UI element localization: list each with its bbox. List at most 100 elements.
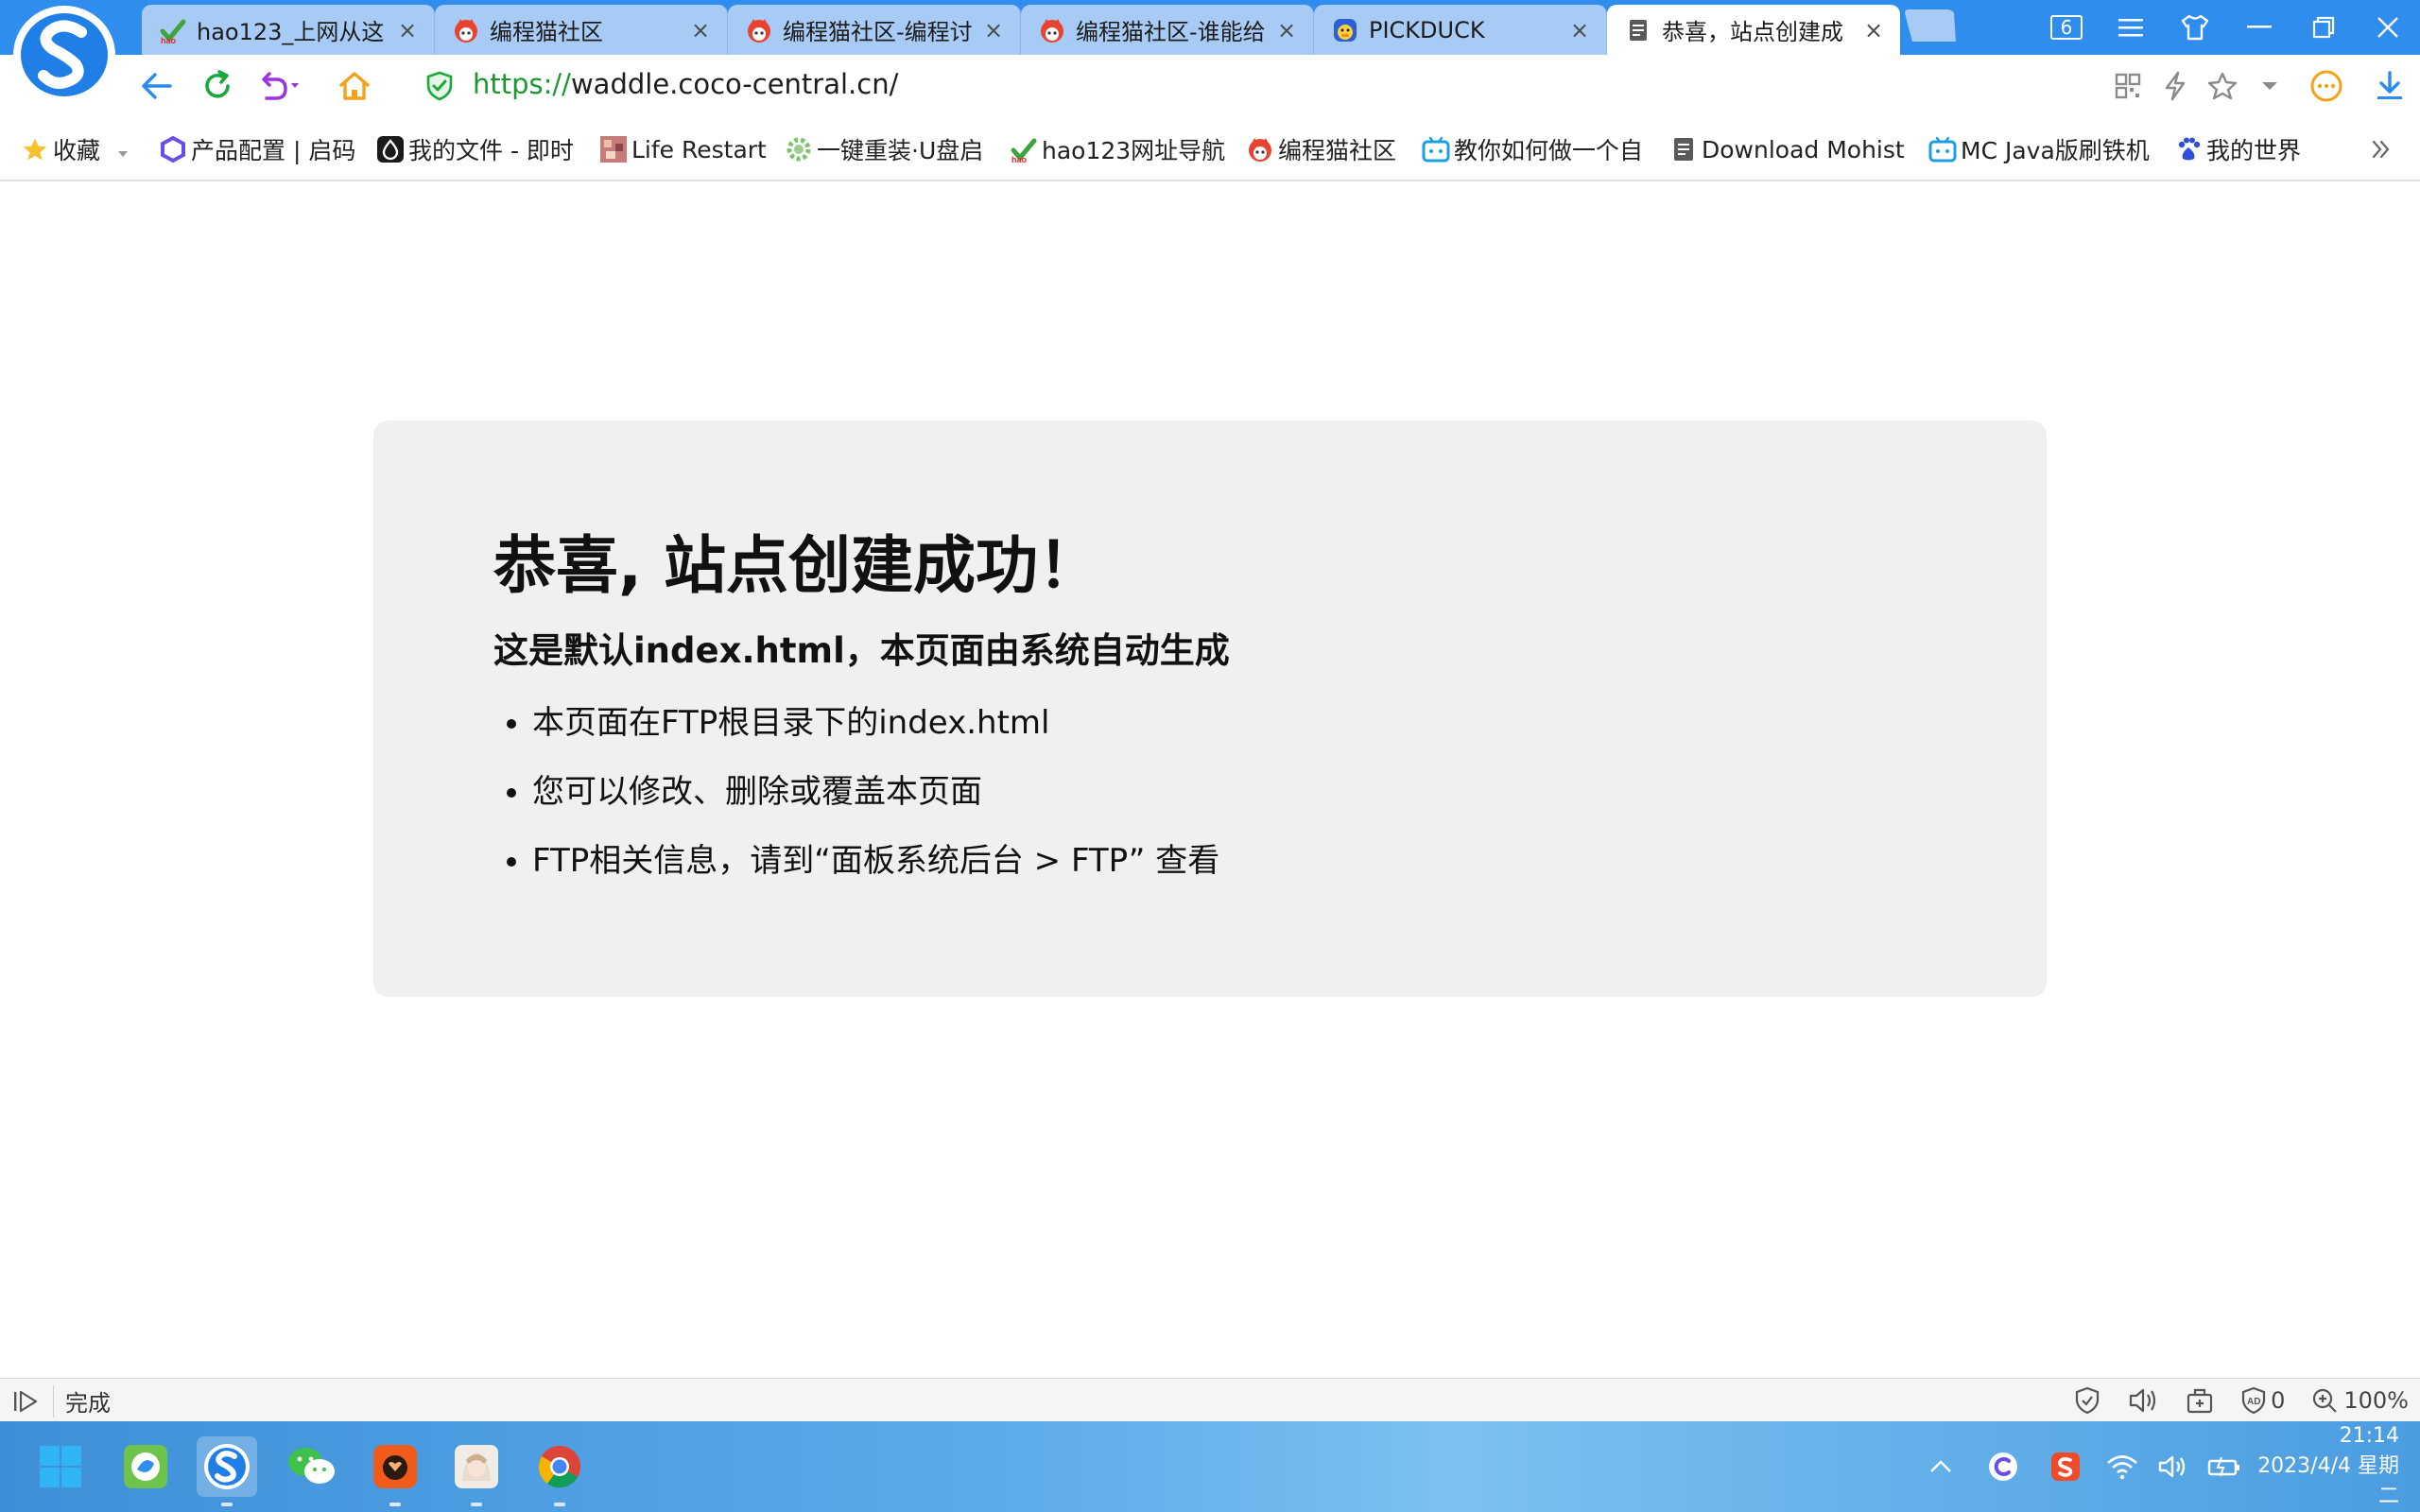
chevron-up-icon[interactable]	[1910, 1421, 1972, 1512]
ad-block-icon[interactable]: AD 0	[2240, 1383, 2285, 1418]
security-shield-icon[interactable]	[418, 64, 461, 108]
tab-count-button[interactable]: 6	[2034, 0, 2099, 55]
refresh-icon[interactable]	[196, 64, 239, 108]
bookmark-label: 编程猫社区	[1278, 137, 1397, 164]
page-subtitle: 这是默认index.html，本页面由系统自动生成	[493, 630, 1230, 671]
sogou-input-icon[interactable]	[2034, 1421, 2097, 1512]
bookmark-item[interactable]: 产品配置 | 启码	[159, 132, 355, 166]
chrome-icon[interactable]	[529, 1436, 590, 1506]
sogou-browser-logo[interactable]	[11, 4, 127, 104]
tab-title: 恭喜，站点创建成	[1662, 19, 1843, 45]
running-indicator	[554, 1503, 565, 1506]
undo-close-icon[interactable]	[257, 64, 301, 108]
tab-codemao-question[interactable]: 编程猫社区-谁能给 ×	[1021, 5, 1314, 55]
restore-icon[interactable]	[2291, 0, 2356, 55]
svg-text:AD: AD	[2247, 1397, 2260, 1407]
window-controls: 6	[2034, 0, 2420, 55]
tab-title: PICKDUCK	[1369, 16, 1485, 43]
bookmark-item[interactable]: 编程猫社区	[1246, 132, 1396, 166]
close-icon[interactable]: ×	[687, 17, 714, 43]
title-bar: hao hao123_上网从这 × 编程猫社区 × 编程猫社区-编程讨 × 编程…	[0, 0, 2420, 55]
running-indicator	[471, 1503, 482, 1506]
clock-date: 2023/4/4 星期二	[2257, 1454, 2399, 1508]
bookmark-favorites[interactable]: 收藏	[21, 132, 129, 166]
pixel-icon	[599, 135, 628, 163]
close-icon[interactable]: ×	[980, 17, 1007, 43]
tab-codemao[interactable]: 编程猫社区 ×	[435, 5, 728, 55]
bookmark-label: MC Java版刷铁机	[1961, 137, 2150, 164]
volume-icon[interactable]	[2148, 1421, 2199, 1512]
tab-title: 编程猫社区-编程讨	[783, 19, 973, 45]
close-icon[interactable]: ×	[1860, 17, 1887, 43]
address-bar[interactable]: https://waddle.coco-central.cn/	[473, 68, 898, 100]
close-icon[interactable]: ×	[1273, 17, 1300, 43]
bookmark-label: 一键重装·U盘启	[817, 137, 984, 164]
game-app-icon[interactable]	[446, 1436, 507, 1506]
bookmark-item[interactable]: 我的世界	[2174, 132, 2301, 166]
svg-text:hao: hao	[1011, 155, 1028, 163]
clock-time: 21:14	[2339, 1424, 2399, 1448]
wifi-icon[interactable]	[2097, 1421, 2148, 1512]
battery-icon[interactable]	[2199, 1421, 2250, 1512]
app-icon-orange[interactable]	[365, 1436, 425, 1506]
pickduck-icon	[1331, 16, 1359, 44]
sogou-browser-taskbar-icon[interactable]	[197, 1436, 257, 1506]
svg-text:hao: hao	[161, 36, 177, 44]
tab-title: 编程猫社区-谁能给	[1076, 19, 1266, 45]
bookmark-item[interactable]: Life Restart	[599, 132, 767, 166]
codemao-icon	[1038, 16, 1066, 44]
bookmark-item[interactable]: 教你如何做一个自	[1422, 132, 1643, 166]
app-icon-green-bird[interactable]	[115, 1436, 176, 1497]
bookmark-item[interactable]: 一键重装·U盘启	[785, 132, 983, 166]
read-aloud-icon[interactable]	[2127, 1383, 2159, 1418]
clock[interactable]: 21:14 2023/4/4 星期二	[2250, 1421, 2420, 1512]
chevron-down-icon[interactable]	[117, 136, 129, 163]
more-options-icon[interactable]	[2293, 64, 2360, 108]
tray-app-c-icon[interactable]	[1972, 1421, 2034, 1512]
tab-active-site-created[interactable]: 恭喜，站点创建成 ×	[1607, 5, 1900, 55]
bookmark-item[interactable]: MC Java版刷铁机	[1928, 132, 2150, 166]
start-windows-icon[interactable]	[30, 1436, 91, 1497]
home-icon[interactable]	[333, 64, 376, 108]
chevron-down-icon[interactable]	[2246, 64, 2293, 108]
document-icon	[1624, 16, 1652, 44]
status-bar: 完成 AD 0 100%	[0, 1378, 2420, 1421]
close-icon[interactable]: ×	[394, 17, 421, 43]
bookmark-item[interactable]: hao hao123网址导航	[1010, 132, 1225, 166]
download-icon[interactable]	[2360, 64, 2420, 108]
zoom-level: 100%	[2343, 1387, 2409, 1414]
tab-hao123[interactable]: hao hao123_上网从这 ×	[142, 5, 435, 55]
toolbox-icon[interactable]	[2186, 1383, 2214, 1418]
back-icon[interactable]	[134, 64, 178, 108]
info-list: 本页面在FTP根目录下的index.html 您可以修改、删除或覆盖本页面 FT…	[532, 702, 1219, 909]
more-bookmarks-icon[interactable]	[2371, 132, 2392, 166]
tab-pickduck[interactable]: PICKDUCK ×	[1314, 5, 1607, 55]
nav-right-tools	[2104, 64, 2420, 108]
url-host: waddle.coco-central.cn/	[570, 68, 899, 100]
tab-codemao-discuss[interactable]: 编程猫社区-编程讨 ×	[728, 5, 1021, 55]
minimize-icon[interactable]	[2227, 0, 2291, 55]
bookmark-label: 收藏	[53, 137, 101, 164]
gear-icon	[785, 135, 813, 163]
tab-strip: hao hao123_上网从这 × 编程猫社区 × 编程猫社区-编程讨 × 编程…	[142, 5, 1900, 55]
bookmark-item[interactable]: Download Mohist	[1669, 132, 1905, 166]
play-icon[interactable]	[11, 1387, 40, 1416]
bookmark-item[interactable]: 我的文件 - 即时	[376, 132, 574, 166]
divider	[53, 1384, 54, 1418]
running-indicator	[389, 1503, 401, 1506]
close-icon[interactable]: ×	[1566, 17, 1593, 43]
skin-shirt-icon[interactable]	[2163, 0, 2227, 55]
lightning-icon[interactable]	[2152, 64, 2199, 108]
shield-check-icon[interactable]	[2074, 1383, 2100, 1418]
wechat-icon[interactable]	[282, 1436, 342, 1497]
list-item: 您可以修改、删除或覆盖本页面	[532, 771, 1219, 840]
tab-title: 编程猫社区	[490, 19, 603, 45]
baidu-paw-icon	[2174, 135, 2203, 163]
close-window-icon[interactable]	[2356, 0, 2420, 55]
new-tab-button[interactable]	[1905, 9, 1956, 42]
bookmark-star-icon[interactable]	[2199, 64, 2246, 108]
zoom-control[interactable]: 100%	[2311, 1383, 2409, 1418]
status-text: 完成	[65, 1390, 111, 1417]
menu-icon[interactable]	[2099, 0, 2163, 55]
qr-code-icon[interactable]	[2104, 64, 2152, 108]
